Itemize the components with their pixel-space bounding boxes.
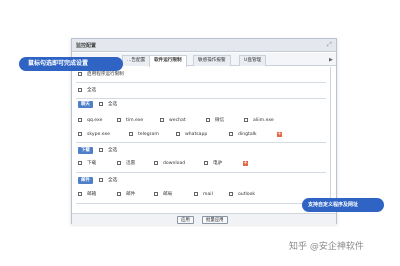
category-mail-select-all-checkbox[interactable] bbox=[99, 177, 103, 182]
app-item[interactable]: dingtalk bbox=[229, 131, 257, 139]
app-label: wechat bbox=[169, 118, 186, 123]
app-item[interactable]: telegram bbox=[129, 131, 159, 139]
app-label: telegram bbox=[138, 132, 159, 137]
app-checkbox[interactable] bbox=[176, 131, 180, 136]
app-item[interactable]: 微信 bbox=[206, 117, 224, 125]
window-title: 监控配置 bbox=[76, 43, 97, 49]
category-chat-select-all-label: 全选 bbox=[108, 102, 118, 107]
enable-restriction-checkbox-item[interactable]: 启用程序运行限制 bbox=[78, 71, 124, 79]
app-item[interactable]: skype.exe bbox=[78, 131, 110, 139]
apply-button[interactable]: 应用 bbox=[177, 216, 194, 224]
enable-restriction-checkbox[interactable] bbox=[78, 71, 82, 76]
category-download-badge: 下载 bbox=[78, 147, 93, 154]
restriction-content: 启用程序运行限制 全选 聊天 全选 qq.exe tim.exe wechat … bbox=[76, 69, 326, 211]
app-item[interactable]: 邮箱 bbox=[78, 191, 96, 199]
app-item[interactable]: wechat bbox=[160, 117, 186, 125]
category-download-select-all[interactable]: 全选 bbox=[99, 147, 117, 155]
app-label: aliim.exe bbox=[253, 118, 274, 123]
add-app-icon[interactable]: + bbox=[277, 132, 282, 137]
app-label: outlook bbox=[238, 192, 256, 197]
add-app-icon[interactable]: + bbox=[243, 161, 248, 166]
select-all-top-checkbox[interactable] bbox=[78, 87, 82, 92]
app-checkbox[interactable] bbox=[154, 160, 158, 165]
app-checkbox[interactable] bbox=[194, 191, 198, 196]
app-label: download bbox=[163, 161, 186, 166]
divider bbox=[76, 203, 326, 204]
app-checkbox[interactable] bbox=[229, 131, 233, 136]
app-item[interactable]: 邮件 bbox=[117, 191, 135, 199]
watermark: 知乎 @安企神软件 bbox=[289, 242, 364, 252]
app-label: whatsapp bbox=[185, 132, 208, 137]
divider bbox=[76, 98, 326, 99]
app-label: 迅雷 bbox=[126, 161, 136, 166]
select-all-top-item[interactable]: 全选 bbox=[78, 87, 96, 95]
app-item[interactable]: outlook bbox=[229, 191, 255, 199]
batch-apply-button[interactable]: 批量应用 bbox=[202, 216, 228, 224]
app-checkbox[interactable] bbox=[78, 160, 82, 165]
app-label: dingtalk bbox=[238, 132, 257, 137]
app-label: 下载 bbox=[87, 161, 97, 166]
app-checkbox[interactable] bbox=[244, 117, 248, 122]
app-label: 电驴 bbox=[213, 161, 223, 166]
tab-scroll-right-icon[interactable]: ▶ bbox=[329, 57, 334, 63]
app-item[interactable]: 迅雷 bbox=[117, 160, 135, 168]
app-checkbox[interactable] bbox=[160, 117, 164, 122]
app-item[interactable]: 邮局 bbox=[154, 191, 172, 199]
app-label: 邮局 bbox=[163, 192, 173, 197]
app-item[interactable]: tim.exe bbox=[117, 117, 143, 125]
window-titlebar: 监控配置 ⤢ bbox=[72, 39, 336, 52]
app-checkbox[interactable] bbox=[78, 117, 82, 122]
app-checkbox[interactable] bbox=[154, 191, 158, 196]
category-chat-select-all-checkbox[interactable] bbox=[99, 101, 103, 106]
app-checkbox[interactable] bbox=[129, 131, 133, 136]
category-chat-badge: 聊天 bbox=[78, 101, 93, 108]
app-item[interactable]: aliim.exe bbox=[244, 117, 274, 125]
app-item[interactable]: 下载 bbox=[78, 160, 96, 168]
app-checkbox[interactable] bbox=[229, 191, 233, 196]
divider bbox=[76, 142, 326, 143]
category-chat-select-all[interactable]: 全选 bbox=[99, 101, 117, 109]
app-label: 邮箱 bbox=[87, 192, 97, 197]
category-mail-badge: 邮件 bbox=[78, 177, 93, 184]
tab-usb-management[interactable]: U盘管理 bbox=[239, 55, 267, 66]
app-label: 邮件 bbox=[126, 192, 136, 197]
app-checkbox[interactable] bbox=[117, 191, 121, 196]
category-download-select-all-label: 全选 bbox=[108, 148, 118, 153]
select-all-top-label: 全选 bbox=[87, 88, 97, 93]
app-checkbox[interactable] bbox=[117, 117, 121, 122]
resize-icon[interactable]: ⤢ bbox=[327, 42, 333, 48]
tab-software-restriction[interactable]: 软件运行限制 bbox=[149, 55, 187, 67]
app-checkbox[interactable] bbox=[78, 191, 82, 196]
panel-divider bbox=[330, 67, 331, 212]
divider bbox=[76, 172, 326, 173]
app-item[interactable]: download bbox=[154, 160, 185, 168]
category-mail-select-all-label: 全选 bbox=[108, 178, 118, 183]
app-item[interactable]: qq.exe bbox=[78, 117, 102, 125]
divider bbox=[76, 82, 326, 83]
app-checkbox[interactable] bbox=[78, 131, 82, 136]
app-label: qq.exe bbox=[87, 118, 103, 123]
app-label: mail bbox=[203, 192, 213, 197]
app-label: skype.exe bbox=[87, 132, 110, 137]
app-item[interactable]: mail bbox=[194, 191, 213, 199]
app-checkbox[interactable] bbox=[204, 160, 208, 165]
app-item[interactable]: 电驴 bbox=[204, 160, 222, 168]
enable-restriction-label: 启用程序运行限制 bbox=[87, 72, 124, 77]
category-download-select-all-checkbox[interactable] bbox=[99, 147, 103, 152]
app-label: tim.exe bbox=[126, 118, 144, 123]
button-bar: 应用 批量应用 bbox=[72, 213, 336, 225]
app-label: 微信 bbox=[215, 118, 225, 123]
callout-custom-hint: 支持自定义程序及网址 bbox=[302, 198, 384, 212]
app-item[interactable]: whatsapp bbox=[176, 131, 207, 139]
callout-checkbox-hint: 鼠标勾选即可完成设置 bbox=[19, 57, 123, 71]
app-checkbox[interactable] bbox=[117, 160, 121, 165]
tab-sensitive-alert[interactable]: 敏感操作报警 bbox=[193, 55, 231, 66]
app-checkbox[interactable] bbox=[206, 117, 210, 122]
tab-alert-config[interactable]: ...告配置 bbox=[122, 55, 151, 66]
category-mail-select-all[interactable]: 全选 bbox=[99, 177, 117, 185]
